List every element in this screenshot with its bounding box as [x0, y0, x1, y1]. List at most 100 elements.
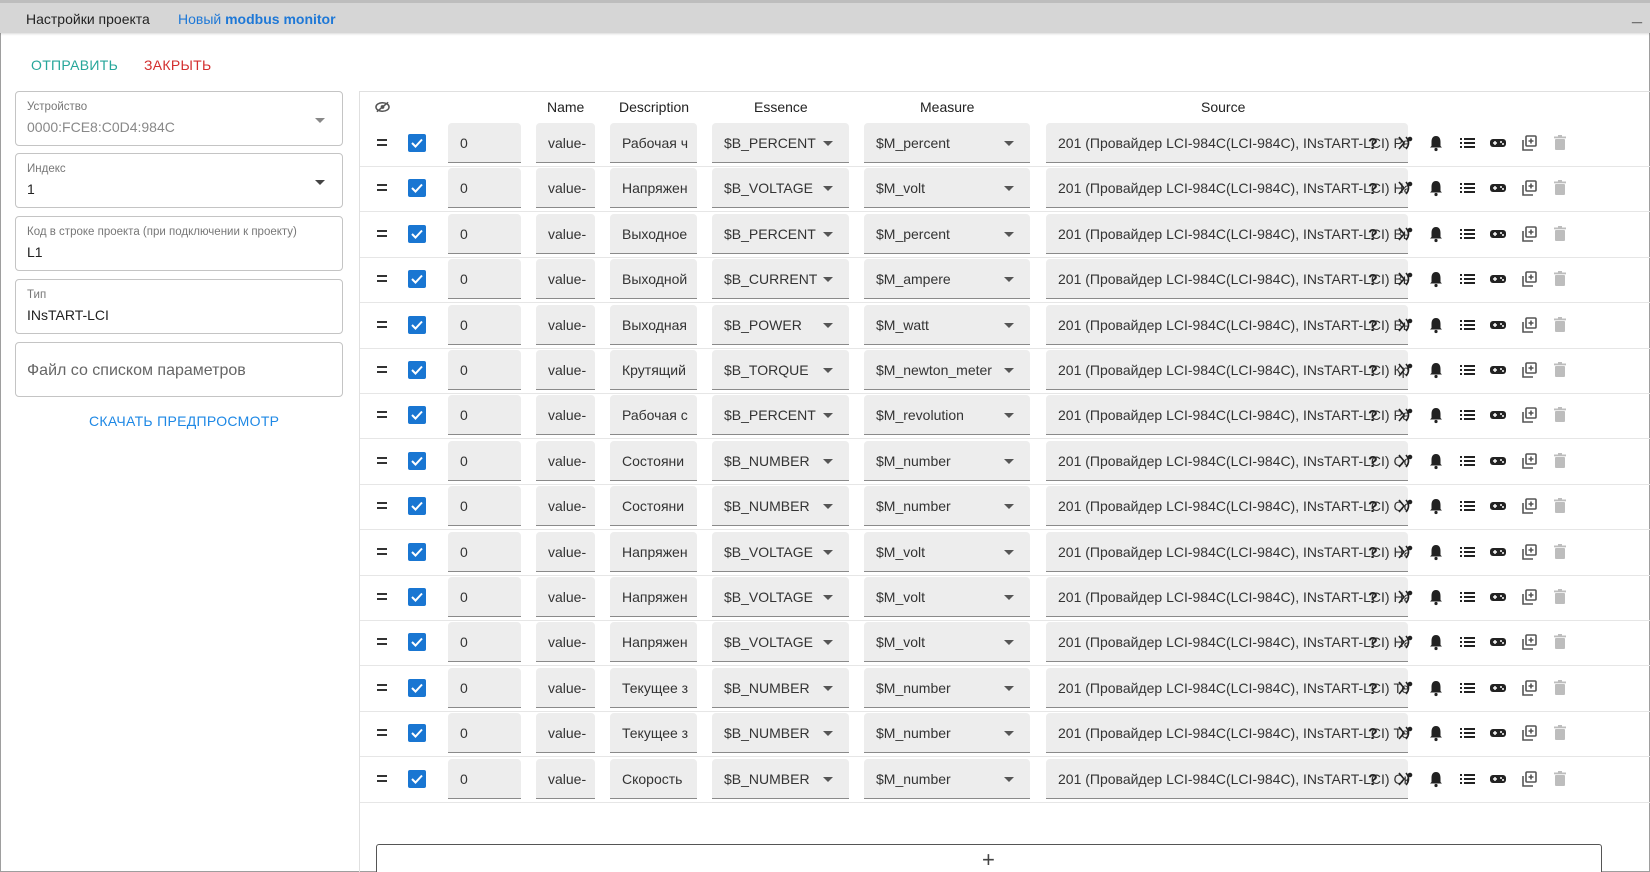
measure-select[interactable]: $M_number — [864, 440, 1030, 481]
essence-select[interactable]: $B_VOLTAGE — [712, 622, 849, 663]
delete-icon[interactable] — [1550, 315, 1570, 335]
bell-icon[interactable] — [1426, 723, 1446, 743]
row-checkbox[interactable] — [408, 179, 426, 198]
list-icon[interactable] — [1457, 405, 1477, 425]
offset-input[interactable]: 0 — [448, 395, 521, 436]
type-field[interactable]: Тип INsTART-LCI — [15, 279, 343, 334]
duplicate-icon[interactable] — [1519, 723, 1539, 743]
drag-handle-icon[interactable] — [377, 139, 387, 146]
description-input[interactable]: Рабочая с — [610, 395, 697, 436]
source-select[interactable]: 201 (Провайдер LCI-984C(LCI-984C), INsTA… — [1046, 259, 1408, 300]
drag-handle-icon[interactable] — [377, 774, 387, 782]
duplicate-icon[interactable] — [1519, 178, 1539, 198]
source-select[interactable]: 201 (Провайдер LCI-984C(LCI-984C), INsTA… — [1046, 123, 1408, 163]
gamepad-icon[interactable] — [1488, 178, 1508, 198]
measure-select[interactable]: $M_number — [864, 486, 1030, 527]
transition-icon[interactable] — [1395, 542, 1415, 562]
measure-select[interactable]: $M_newton_meter — [864, 350, 1030, 390]
list-icon[interactable] — [1457, 451, 1477, 471]
row-checkbox[interactable] — [408, 724, 426, 743]
help-icon[interactable]: ? — [1363, 360, 1383, 380]
tab-modbus-monitor[interactable]: Новый modbus monitor — [178, 11, 336, 27]
name-input[interactable]: value- — [536, 577, 595, 617]
gamepad-icon[interactable] — [1488, 405, 1508, 425]
send-button[interactable]: ОТПРАВИТЬ — [31, 57, 118, 73]
help-icon[interactable]: ? — [1363, 315, 1383, 335]
duplicate-icon[interactable] — [1519, 269, 1539, 289]
offset-input[interactable]: 0 — [448, 350, 521, 390]
offset-input[interactable]: 0 — [448, 304, 521, 345]
delete-icon[interactable] — [1550, 178, 1570, 198]
name-input[interactable]: value- — [536, 486, 595, 527]
transition-icon[interactable] — [1395, 269, 1415, 289]
row-checkbox[interactable] — [408, 497, 426, 516]
essence-select[interactable]: $B_PERCENT — [712, 123, 849, 163]
tab-project-settings[interactable]: Настройки проекта — [26, 11, 150, 27]
list-icon[interactable] — [1457, 360, 1477, 380]
source-select[interactable]: 201 (Провайдер LCI-984C(LCI-984C), INsTA… — [1046, 395, 1408, 436]
param-file-field[interactable]: Файл со списком параметров — [15, 342, 343, 397]
essence-select[interactable]: $B_PERCENT — [712, 213, 849, 254]
description-input[interactable]: Состояни — [610, 440, 697, 481]
measure-select[interactable]: $M_percent — [864, 213, 1030, 254]
transition-icon[interactable] — [1395, 678, 1415, 698]
row-checkbox[interactable] — [408, 451, 426, 470]
source-select[interactable]: 201 (Провайдер LCI-984C(LCI-984C), INsTA… — [1046, 713, 1408, 754]
delete-icon[interactable] — [1550, 496, 1570, 516]
measure-select[interactable]: $M_number — [864, 667, 1030, 708]
name-input[interactable]: value- — [536, 622, 595, 663]
offset-input[interactable]: 0 — [448, 259, 521, 300]
transition-icon[interactable] — [1395, 133, 1415, 153]
description-input[interactable]: Напряжен — [610, 531, 697, 572]
offset-input[interactable]: 0 — [448, 213, 521, 254]
source-select[interactable]: 201 (Провайдер LCI-984C(LCI-984C), INsTA… — [1046, 168, 1408, 209]
gamepad-icon[interactable] — [1488, 542, 1508, 562]
name-input[interactable]: value- — [536, 350, 595, 390]
name-input[interactable]: value- — [536, 667, 595, 708]
eye-off-icon[interactable] — [375, 101, 390, 113]
duplicate-icon[interactable] — [1519, 224, 1539, 244]
bell-icon[interactable] — [1426, 405, 1446, 425]
essence-select[interactable]: $B_CURRENT — [712, 259, 849, 300]
name-input[interactable]: value- — [536, 213, 595, 254]
bell-icon[interactable] — [1426, 678, 1446, 698]
help-icon[interactable]: ? — [1363, 178, 1383, 198]
measure-select[interactable]: $M_number — [864, 713, 1030, 754]
description-input[interactable]: Напряжен — [610, 622, 697, 663]
download-preview-button[interactable]: СКАЧАТЬ ПРЕДПРОСМОТР — [89, 413, 279, 429]
essence-select[interactable]: $B_POWER — [712, 304, 849, 345]
measure-select[interactable]: $M_volt — [864, 168, 1030, 209]
offset-input[interactable]: 0 — [448, 577, 521, 617]
delete-icon[interactable] — [1550, 269, 1570, 289]
row-checkbox[interactable] — [408, 588, 426, 606]
transition-icon[interactable] — [1395, 178, 1415, 198]
gamepad-icon[interactable] — [1488, 678, 1508, 698]
essence-select[interactable]: $B_NUMBER — [712, 758, 849, 799]
source-select[interactable]: 201 (Провайдер LCI-984C(LCI-984C), INsTA… — [1046, 622, 1408, 663]
delete-icon[interactable] — [1550, 133, 1570, 153]
duplicate-icon[interactable] — [1519, 405, 1539, 425]
measure-select[interactable]: $M_percent — [864, 123, 1030, 163]
device-select[interactable]: Устройство 0000:FCE8:C0D4:984C — [15, 91, 343, 146]
name-input[interactable]: value- — [536, 531, 595, 572]
measure-select[interactable]: $M_revolution — [864, 395, 1030, 436]
delete-icon[interactable] — [1550, 678, 1570, 698]
help-icon[interactable]: ? — [1363, 451, 1383, 471]
bell-icon[interactable] — [1426, 224, 1446, 244]
bell-icon[interactable] — [1426, 587, 1446, 607]
list-icon[interactable] — [1457, 769, 1477, 789]
name-input[interactable]: value- — [536, 123, 595, 163]
help-icon[interactable]: ? — [1363, 723, 1383, 743]
transition-icon[interactable] — [1395, 496, 1415, 516]
list-icon[interactable] — [1457, 133, 1477, 153]
duplicate-icon[interactable] — [1519, 769, 1539, 789]
offset-input[interactable]: 0 — [448, 713, 521, 754]
gamepad-icon[interactable] — [1488, 723, 1508, 743]
measure-select[interactable]: $M_ampere — [864, 259, 1030, 300]
transition-icon[interactable] — [1395, 769, 1415, 789]
bell-icon[interactable] — [1426, 315, 1446, 335]
offset-input[interactable]: 0 — [448, 531, 521, 572]
row-checkbox[interactable] — [408, 270, 426, 289]
offset-input[interactable]: 0 — [448, 667, 521, 708]
measure-select[interactable]: $M_watt — [864, 304, 1030, 345]
